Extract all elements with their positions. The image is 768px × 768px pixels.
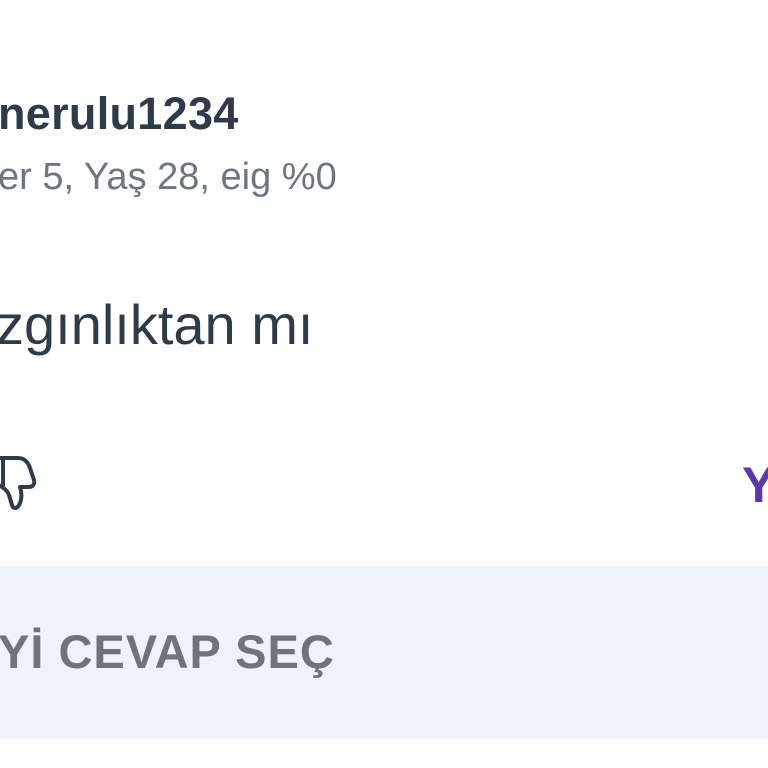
- answer-card: nerulu1234 er 5, Yaş 28, eig %0 zgınlıkt…: [0, 0, 768, 768]
- best-answer-button[interactable]: Yİ CEVAP SEÇ: [0, 566, 768, 738]
- thumbs-down-icon[interactable]: [0, 450, 42, 512]
- answer-username[interactable]: nerulu1234: [0, 88, 239, 140]
- answer-user-meta: er 5, Yaş 28, eig %0: [0, 156, 337, 198]
- thumbs-down-icon-graphic: [0, 456, 37, 510]
- answer-text: zgınlıktan mı: [0, 293, 314, 356]
- reply-button[interactable]: Y: [742, 456, 768, 514]
- best-answer-label: Yİ CEVAP SEÇ: [0, 625, 335, 678]
